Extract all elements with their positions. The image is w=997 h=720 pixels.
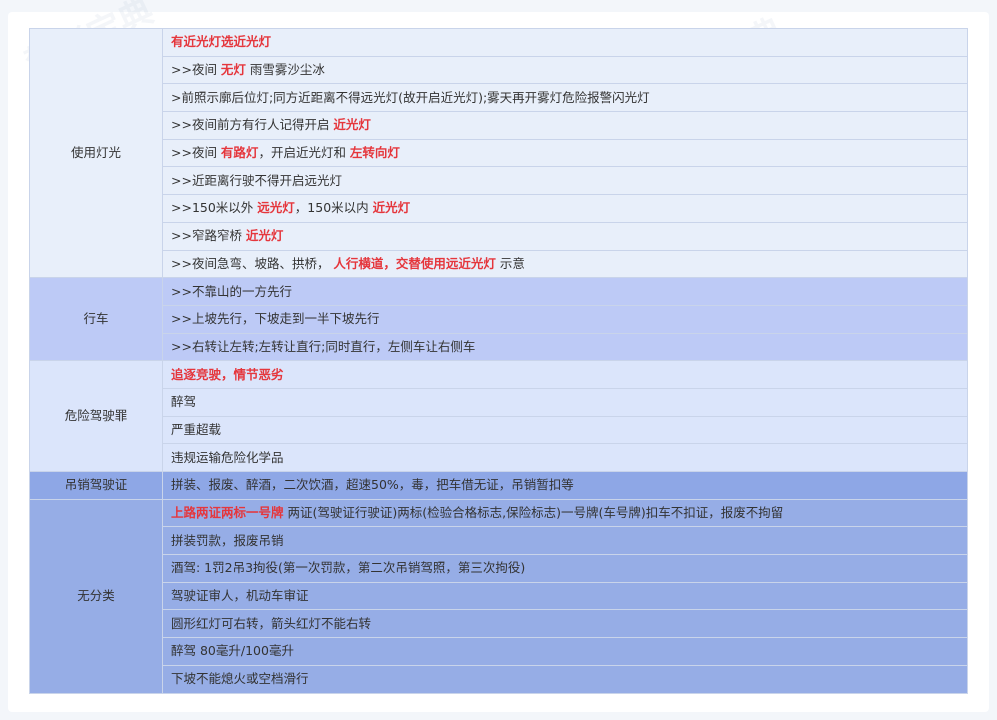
rule-text: 违规运输危险化学品 bbox=[171, 449, 284, 465]
rule-text: 两证(驾驶证行驶证)两标(检验合格标志,保险标志)一号牌(车号牌)扣车不扣证，报… bbox=[283, 505, 784, 521]
rule-text: 拼装罚款，报废吊销 bbox=[171, 532, 284, 548]
table-row: 吊销驾驶证 拼装、报废、醉酒，二次饮酒，超速50%，毒，把车借无证，吊销暂扣等 bbox=[29, 471, 968, 500]
table-row: 违规运输危险化学品 bbox=[30, 443, 968, 472]
rule-text: >>不靠山的一方先行 bbox=[171, 283, 292, 299]
table-row: 下坡不能熄火或空档滑行 bbox=[30, 664, 968, 694]
table-row: >>夜间前方有行人记得开启 近光灯 bbox=[30, 111, 968, 140]
table-row: >>夜间急弯、坡路、拱桥， 人行横道，交替使用远近光灯 示意 bbox=[30, 249, 968, 279]
table-row: 拼装罚款，报废吊销 bbox=[30, 526, 968, 556]
highlight-text: 近光灯 bbox=[333, 117, 371, 133]
category-cell: 吊销驾驶证 bbox=[29, 471, 163, 500]
highlight-text: 有近光灯选近光灯 bbox=[171, 34, 272, 50]
table-row: 危险驾驶罪 追逐竞驶，情节恶劣 bbox=[29, 360, 968, 472]
rule-text: 酒驾: 1罚2吊3拘役(第一次罚款，第二次吊销驾照，第三次拘役) bbox=[171, 560, 526, 576]
rule-text: 雨雪雾沙尘冰 bbox=[245, 62, 325, 78]
rule-text: ，150米以内 bbox=[294, 200, 373, 216]
highlight-text: 追逐竞驶，情节恶劣 bbox=[171, 366, 284, 382]
rule-text: 醉驾 80毫升/100毫升 bbox=[171, 643, 294, 659]
highlight-text: 左转向灯 bbox=[349, 145, 400, 161]
rule-cell: 醉驾 80毫升/100毫升 bbox=[162, 637, 968, 666]
table-row: >>窄路窄桥 近光灯 bbox=[30, 221, 968, 251]
table-row: >>150米以外 远光灯，150米以内 近光灯 bbox=[30, 194, 968, 223]
category-cell: 行车 bbox=[29, 277, 163, 362]
rule-cell: 拼装、报废、醉酒，二次饮酒，超速50%，毒，把车借无证，吊销暂扣等 bbox=[162, 471, 968, 500]
table-row: 醉驾 bbox=[30, 387, 968, 417]
rule-cell: 圆形红灯可右转，箭头红灯不能右转 bbox=[162, 609, 968, 639]
rule-text: >>近距离行驶不得开启远光灯 bbox=[171, 172, 342, 188]
table-row: 行车 >>不靠山的一方先行 bbox=[29, 277, 968, 362]
rule-cell: 违规运输危险化学品 bbox=[162, 443, 968, 472]
table-row: >前照示廓后位灯;同方近距离不得远光灯(故开启近光灯);雾天再开雾灯危险报警闪光… bbox=[30, 83, 968, 113]
rule-cell: 追逐竞驶，情节恶劣 bbox=[162, 360, 968, 389]
rule-cell: >>150米以外 远光灯，150米以内 近光灯 bbox=[162, 194, 968, 223]
table-row: >>夜间 有路灯，开启近光灯和 左转向灯 bbox=[30, 138, 968, 168]
highlight-text: 近光灯 bbox=[372, 200, 411, 216]
rule-cell: 严重超载 bbox=[162, 415, 968, 445]
rule-text: 驾驶证审人，机动车审证 bbox=[171, 588, 309, 604]
table-row: 驾驶证审人，机动车审证 bbox=[30, 581, 968, 611]
category-cell: 危险驾驶罪 bbox=[29, 360, 163, 472]
rule-text: ，开启近光灯和 bbox=[258, 145, 350, 161]
highlight-text: 上路两证两标一号牌 bbox=[171, 505, 284, 521]
table-row: >>近距离行驶不得开启远光灯 bbox=[30, 166, 968, 196]
rule-cell: 下坡不能熄火或空档滑行 bbox=[162, 664, 968, 694]
rule-cell: >>夜间 有路灯，开启近光灯和 左转向灯 bbox=[162, 138, 968, 168]
table-row: 酒驾: 1罚2吊3拘役(第一次罚款，第二次吊销驾照，第三次拘役) bbox=[30, 554, 968, 583]
rule-text: >>上坡先行，下坡走到一半下坡先行 bbox=[171, 311, 380, 327]
rule-text: 示意 bbox=[495, 255, 525, 271]
table-row: 圆形红灯可右转，箭头红灯不能右转 bbox=[30, 609, 968, 639]
category-cell: 使用灯光 bbox=[29, 27, 163, 279]
table-row: >>夜间 无灯 雨雪雾沙尘冰 bbox=[30, 55, 968, 85]
table-row: 严重超载 bbox=[30, 415, 968, 445]
rule-text: 严重超载 bbox=[171, 421, 222, 437]
highlight-text: 人行横道，交替使用远近光灯 bbox=[333, 255, 496, 271]
highlight-text: 有路灯 bbox=[220, 145, 259, 161]
rule-text: >>夜间 bbox=[171, 145, 221, 161]
rule-cell: >>夜间前方有行人记得开启 近光灯 bbox=[162, 111, 968, 140]
rule-cell: >>夜间急弯、坡路、拱桥， 人行横道，交替使用远近光灯 示意 bbox=[162, 249, 968, 279]
highlight-text: 近光灯 bbox=[245, 228, 284, 244]
rule-text: >>窄路窄桥 bbox=[171, 228, 246, 244]
rule-cell: >>窄路窄桥 近光灯 bbox=[162, 221, 968, 251]
rule-cell: >前照示廓后位灯;同方近距离不得远光灯(故开启近光灯);雾天再开雾灯危险报警闪光… bbox=[162, 83, 968, 113]
table-row: >>右转让左转;左转让直行;同时直行，左侧车让右侧车 bbox=[30, 332, 968, 362]
rule-text: >>150米以外 bbox=[171, 200, 258, 216]
table-row: 醉驾 80毫升/100毫升 bbox=[30, 637, 968, 666]
highlight-text: 远光灯 bbox=[257, 200, 295, 216]
highlight-text: 无灯 bbox=[220, 62, 246, 78]
rule-cell: >>上坡先行，下坡走到一半下坡先行 bbox=[162, 304, 968, 334]
rule-cell: 醉驾 bbox=[162, 387, 968, 417]
table-row: >>上坡先行，下坡走到一半下坡先行 bbox=[30, 304, 968, 334]
rule-cell: >>近距离行驶不得开启远光灯 bbox=[162, 166, 968, 196]
rule-cell: 拼装罚款，报废吊销 bbox=[162, 526, 968, 556]
rule-text: 拼装、报废、醉酒，二次饮酒，超速50%，毒，把车借无证，吊销暂扣等 bbox=[171, 477, 574, 493]
rule-cell: 上路两证两标一号牌 两证(驾驶证行驶证)两标(检验合格标志,保险标志)一号牌(车… bbox=[162, 498, 968, 528]
rule-text: >>夜间 bbox=[171, 62, 221, 78]
rule-text: 醉驾 bbox=[171, 394, 197, 410]
rule-text: 下坡不能熄火或空档滑行 bbox=[171, 671, 309, 687]
rule-cell: >>夜间 无灯 雨雪雾沙尘冰 bbox=[162, 55, 968, 85]
rule-text: >>右转让左转;左转让直行;同时直行，左侧车让右侧车 bbox=[171, 338, 476, 354]
table-row: 使用灯光 有近光灯选近光灯 bbox=[29, 27, 968, 279]
rule-cell: 驾驶证审人，机动车审证 bbox=[162, 581, 968, 611]
rule-text: >>夜间前方有行人记得开启 bbox=[171, 117, 334, 133]
rule-text: 圆形红灯可右转，箭头红灯不能右转 bbox=[171, 615, 372, 631]
rule-cell: 有近光灯选近光灯 bbox=[162, 28, 968, 57]
rule-text: >>夜间急弯、坡路、拱桥， bbox=[171, 255, 334, 271]
table-row: 无分类 上路两证两标一号牌 两证(驾驶证行驶证)两标(检验合格标志,保险标志)一号… bbox=[29, 498, 968, 694]
rule-cell: >>不靠山的一方先行 bbox=[162, 277, 968, 306]
rule-text: >前照示廓后位灯;同方近距离不得远光灯(故开启近光灯);雾天再开雾灯危险报警闪光… bbox=[171, 89, 650, 105]
rule-cell: >>右转让左转;左转让直行;同时直行，左侧车让右侧车 bbox=[162, 332, 968, 362]
category-cell: 无分类 bbox=[29, 498, 163, 694]
rules-table: 使用灯光 有近光灯选近光灯 >>夜间 无灯 雨雪雾沙尘冰 >前照示廓后位灯;同方近距离… bbox=[29, 27, 968, 694]
rule-cell: 酒驾: 1罚2吊3拘役(第一次罚款，第二次吊销驾照，第三次拘役) bbox=[162, 554, 968, 583]
